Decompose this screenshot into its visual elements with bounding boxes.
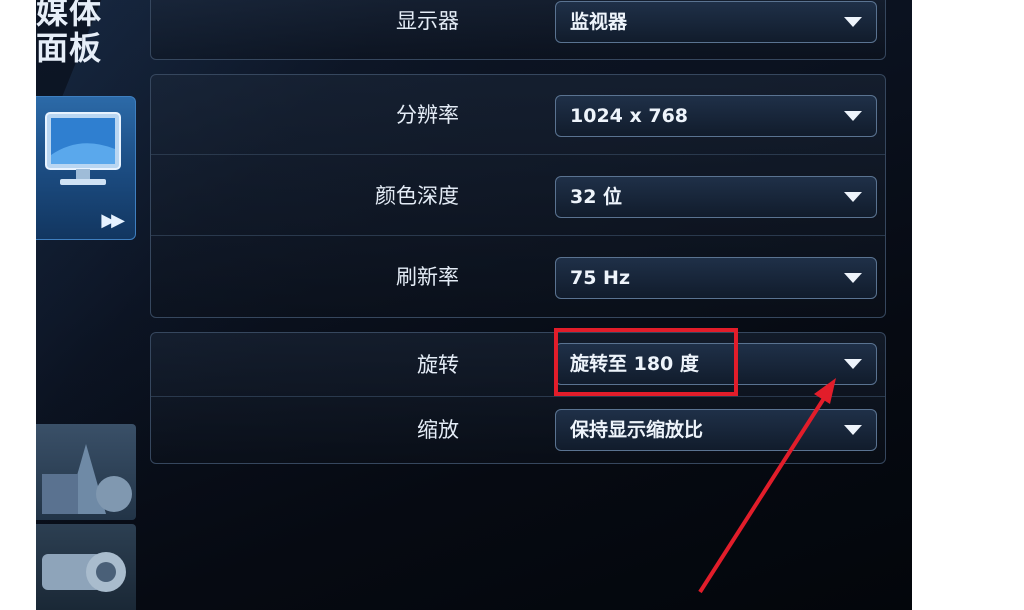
annotation-arrow xyxy=(698,378,836,594)
